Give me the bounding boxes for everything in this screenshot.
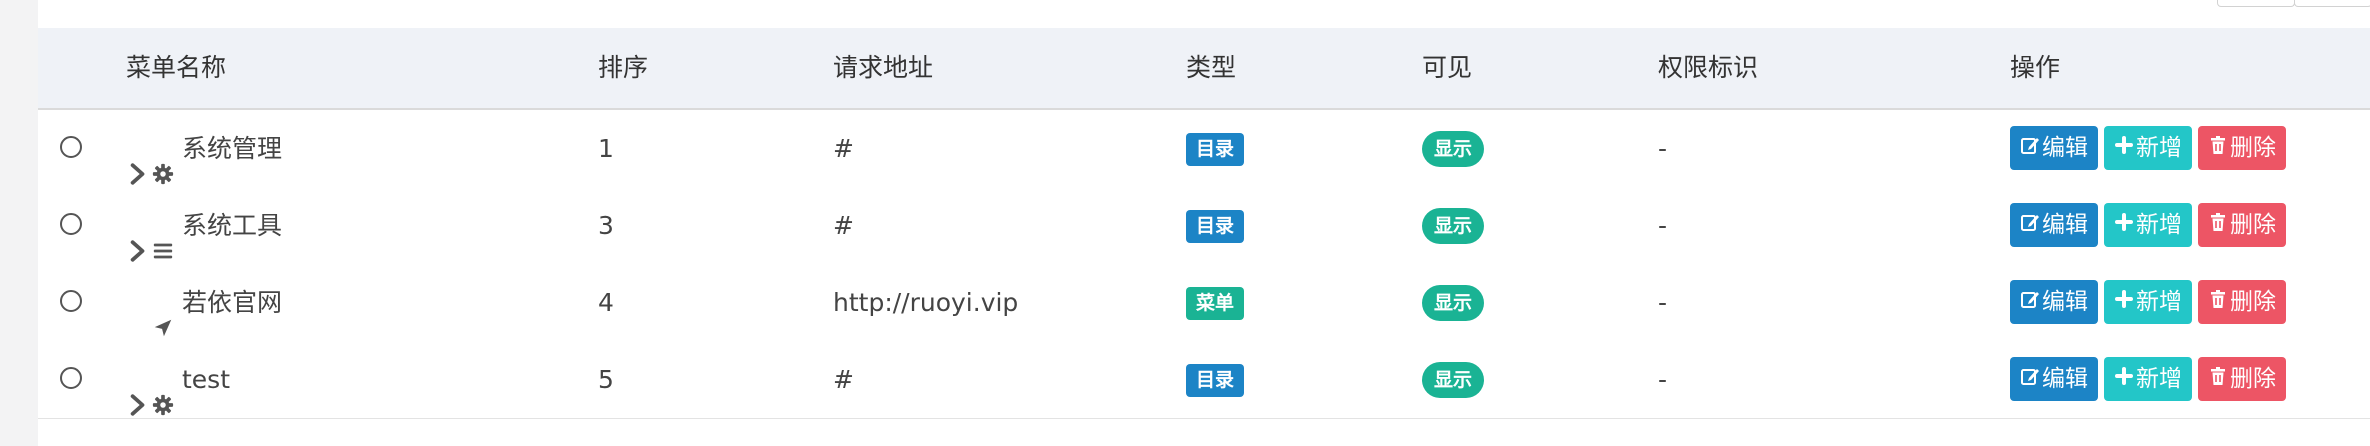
- add-button[interactable]: 新增: [2104, 357, 2192, 401]
- column-header-type[interactable]: 类型: [1186, 28, 1236, 108]
- row-select-radio[interactable]: [60, 213, 82, 235]
- row-actions: 编辑 新增 删除: [2010, 357, 2292, 401]
- row-select-radio[interactable]: [60, 290, 82, 312]
- row-actions: 编辑 新增 删除: [2010, 203, 2292, 247]
- table-row[interactable]: test 5 # 目录 显示 - 编辑 新增 删除: [38, 341, 2370, 419]
- menu-name-text: test: [182, 365, 231, 394]
- row-select-radio[interactable]: [60, 367, 82, 389]
- order-cell: 3: [598, 211, 614, 240]
- perms-cell: -: [1658, 288, 1668, 317]
- table-row[interactable]: 系统管理 1 # 目录 显示 - 编辑 新增 删除: [38, 110, 2370, 188]
- delete-button[interactable]: 删除: [2198, 203, 2286, 247]
- edit-label: 编辑: [2042, 366, 2088, 392]
- delete-label: 删除: [2230, 366, 2276, 392]
- toolbar-button[interactable]: [2294, 0, 2370, 7]
- add-button[interactable]: 新增: [2104, 203, 2192, 247]
- url-cell: #: [833, 211, 854, 240]
- row-actions: 编辑 新增 删除: [2010, 280, 2292, 324]
- add-button[interactable]: 新增: [2104, 126, 2192, 170]
- table-row[interactable]: 若依官网 4 http://ruoyi.vip 菜单 显示 - 编辑 新增 删除: [38, 264, 2370, 342]
- menu-name-cell: 系统工具: [126, 187, 282, 264]
- column-header-order[interactable]: 排序: [598, 28, 648, 108]
- menu-name-cell: 系统管理: [126, 110, 282, 187]
- visible-status-badge: 显示: [1422, 285, 1485, 321]
- order-cell: 4: [598, 288, 614, 317]
- edit-icon: [2020, 203, 2042, 247]
- delete-button[interactable]: 删除: [2198, 357, 2286, 401]
- table-row[interactable]: 系统工具 3 # 目录 显示 - 编辑 新增 删除: [38, 187, 2370, 265]
- chevron-right-icon[interactable]: [126, 138, 148, 185]
- edit-icon: [2020, 357, 2042, 401]
- add-label: 新增: [2136, 135, 2182, 161]
- menu-table-panel: 菜单名称 排序 请求地址 类型 可见 权限标识 操作 系统管理 1 # 目录 显示 - 编辑…: [38, 0, 2370, 446]
- gear-icon: [152, 138, 174, 184]
- delete-button[interactable]: 删除: [2198, 280, 2286, 324]
- column-header-perms[interactable]: 权限标识: [1658, 28, 1758, 108]
- type-badge: 目录: [1186, 364, 1245, 397]
- row-actions: 编辑 新增 删除: [2010, 126, 2292, 170]
- table-header: 菜单名称 排序 请求地址 类型 可见 权限标识 操作: [38, 28, 2370, 110]
- visible-status-badge: 显示: [1422, 131, 1485, 167]
- trash-icon: [2208, 203, 2230, 247]
- edit-label: 编辑: [2042, 135, 2088, 161]
- edit-label: 编辑: [2042, 212, 2088, 238]
- plus-icon: [2114, 126, 2136, 170]
- url-cell: http://ruoyi.vip: [833, 288, 1019, 317]
- plus-icon: [2114, 280, 2136, 324]
- menu-name-cell: test: [126, 341, 230, 418]
- column-header-url[interactable]: 请求地址: [833, 28, 933, 108]
- toolbar-button-group: [2217, 0, 2370, 7]
- column-header-name[interactable]: 菜单名称: [126, 28, 226, 108]
- trash-icon: [2208, 280, 2230, 324]
- edit-button[interactable]: 编辑: [2010, 280, 2098, 324]
- visible-status-badge: 显示: [1422, 208, 1485, 244]
- type-badge: 目录: [1186, 210, 1245, 243]
- chevron-right-icon[interactable]: [126, 369, 148, 416]
- column-header-actions: 操作: [2010, 53, 2061, 82]
- edit-button[interactable]: 编辑: [2010, 203, 2098, 247]
- edit-label: 编辑: [2042, 289, 2088, 315]
- edit-button[interactable]: 编辑: [2010, 126, 2098, 170]
- menu-name-text: 若依官网: [182, 288, 283, 317]
- gear-icon: [152, 369, 174, 415]
- chevron-right-icon[interactable]: [126, 215, 148, 262]
- url-cell: #: [833, 365, 854, 394]
- menu-name-cell: 若依官网: [126, 264, 282, 341]
- delete-label: 删除: [2230, 135, 2276, 161]
- perms-cell: -: [1658, 134, 1668, 163]
- add-label: 新增: [2136, 212, 2182, 238]
- location-arrow-icon: [152, 292, 174, 336]
- order-cell: 1: [598, 134, 614, 163]
- toolbar-button[interactable]: [2217, 0, 2295, 7]
- bars-icon: [152, 215, 174, 258]
- plus-icon: [2114, 203, 2136, 247]
- menu-name-text: 系统管理: [182, 134, 283, 163]
- order-cell: 5: [598, 365, 614, 394]
- visible-status-badge: 显示: [1422, 362, 1485, 398]
- add-button[interactable]: 新增: [2104, 280, 2192, 324]
- perms-cell: -: [1658, 365, 1668, 394]
- type-badge: 目录: [1186, 133, 1245, 166]
- column-header-visible[interactable]: 可见: [1422, 28, 1472, 108]
- perms-cell: -: [1658, 211, 1668, 240]
- delete-label: 删除: [2230, 212, 2276, 238]
- menu-name-text: 系统工具: [182, 211, 283, 240]
- delete-button[interactable]: 删除: [2198, 126, 2286, 170]
- delete-label: 删除: [2230, 289, 2276, 315]
- edit-icon: [2020, 126, 2042, 170]
- trash-icon: [2208, 357, 2230, 401]
- type-badge: 菜单: [1186, 287, 1245, 320]
- add-label: 新增: [2136, 289, 2182, 315]
- add-label: 新增: [2136, 366, 2182, 392]
- edit-button[interactable]: 编辑: [2010, 357, 2098, 401]
- plus-icon: [2114, 357, 2136, 401]
- edit-icon: [2020, 280, 2042, 324]
- trash-icon: [2208, 126, 2230, 170]
- url-cell: #: [833, 134, 854, 163]
- row-select-radio[interactable]: [60, 136, 82, 158]
